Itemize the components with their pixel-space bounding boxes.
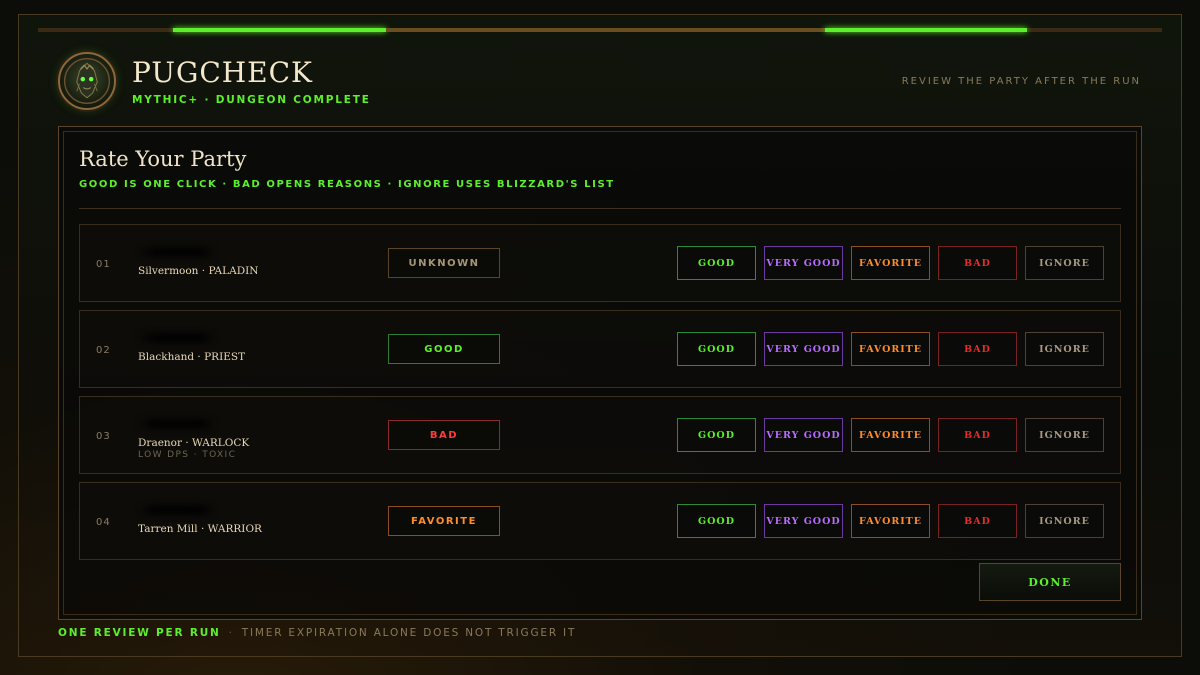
panel-title: Rate Your Party — [79, 147, 247, 171]
party-row: 03 Draenor · WARLOCK LOW DPS · TOXIC BAD… — [79, 396, 1121, 474]
redacted-player-name — [138, 333, 216, 343]
footer-separator: · — [228, 627, 234, 639]
redacted-player-name — [138, 247, 216, 257]
footer-emphasis: ONE REVIEW PER RUN — [58, 627, 221, 639]
rate-bad-button[interactable]: BAD — [938, 246, 1017, 280]
addon-emblem-icon — [58, 52, 116, 110]
rate-good-button[interactable]: GOOD — [677, 504, 756, 538]
app-title: PUGCHECK — [132, 56, 313, 89]
row-index: 02 — [96, 345, 111, 356]
current-rating-badge: GOOD — [388, 334, 500, 364]
rate-favorite-button[interactable]: FAVORITE — [851, 246, 930, 280]
current-rating-badge: FAVORITE — [388, 506, 500, 536]
rate-very-good-button[interactable]: VERY GOOD — [764, 332, 843, 366]
redacted-player-name — [138, 505, 216, 515]
row-index: 01 — [96, 259, 111, 270]
realm-class-label: Tarren Mill · WARRIOR — [138, 523, 262, 535]
rate-favorite-button[interactable]: FAVORITE — [851, 418, 930, 452]
footer-detail: TIMER EXPIRATION ALONE DOES NOT TRIGGER … — [241, 627, 577, 639]
rate-good-button[interactable]: GOOD — [677, 418, 756, 452]
rate-bad-button[interactable]: BAD — [938, 418, 1017, 452]
rate-very-good-button[interactable]: VERY GOOD — [764, 418, 843, 452]
progress-segment-1 — [173, 28, 386, 32]
progress-bar — [38, 28, 1162, 32]
rate-bad-button[interactable]: BAD — [938, 504, 1017, 538]
current-rating-badge: BAD — [388, 420, 500, 450]
footer-note: ONE REVIEW PER RUN · TIMER EXPIRATION ALON… — [58, 627, 576, 639]
realm-class-label: Silvermoon · PALADIN — [138, 265, 259, 277]
done-button[interactable]: DONE — [979, 563, 1121, 601]
progress-segment-2 — [386, 28, 825, 32]
ignore-button[interactable]: IGNORE — [1025, 332, 1104, 366]
party-row: 04 Tarren Mill · WARRIOR FAVORITE GOOD V… — [79, 482, 1121, 560]
rate-good-button[interactable]: GOOD — [677, 246, 756, 280]
realm-class-label: Blackhand · PRIEST — [138, 351, 246, 363]
rate-favorite-button[interactable]: FAVORITE — [851, 332, 930, 366]
current-rating-badge: UNKNOWN — [388, 248, 500, 278]
ignore-button[interactable]: IGNORE — [1025, 246, 1104, 280]
redacted-player-name — [138, 419, 216, 429]
app-subtitle: MYTHIC+ · DUNGEON COMPLETE — [132, 94, 371, 106]
panel-instructions: GOOD IS ONE CLICK · BAD OPENS REASONS · … — [79, 179, 615, 190]
rate-very-good-button[interactable]: VERY GOOD — [764, 246, 843, 280]
realm-class-label: Draenor · WARLOCK — [138, 437, 250, 449]
row-index: 04 — [96, 517, 111, 528]
row-index: 03 — [96, 431, 111, 442]
divider — [79, 208, 1121, 209]
party-row: 01 Silvermoon · PALADIN UNKNOWN GOOD VER… — [79, 224, 1121, 302]
ignore-button[interactable]: IGNORE — [1025, 418, 1104, 452]
rate-good-button[interactable]: GOOD — [677, 332, 756, 366]
ignore-button[interactable]: IGNORE — [1025, 504, 1104, 538]
header-hint: REVIEW THE PARTY AFTER THE RUN — [901, 76, 1141, 87]
rate-party-panel: Rate Your Party GOOD IS ONE CLICK · BAD … — [58, 126, 1142, 620]
rate-bad-button[interactable]: BAD — [938, 332, 1017, 366]
rate-favorite-button[interactable]: FAVORITE — [851, 504, 930, 538]
progress-segment-3 — [825, 28, 1027, 32]
bad-reasons-note: LOW DPS · TOXIC — [138, 450, 237, 460]
party-row: 02 Blackhand · PRIEST GOOD GOOD VERY GOO… — [79, 310, 1121, 388]
rate-very-good-button[interactable]: VERY GOOD — [764, 504, 843, 538]
